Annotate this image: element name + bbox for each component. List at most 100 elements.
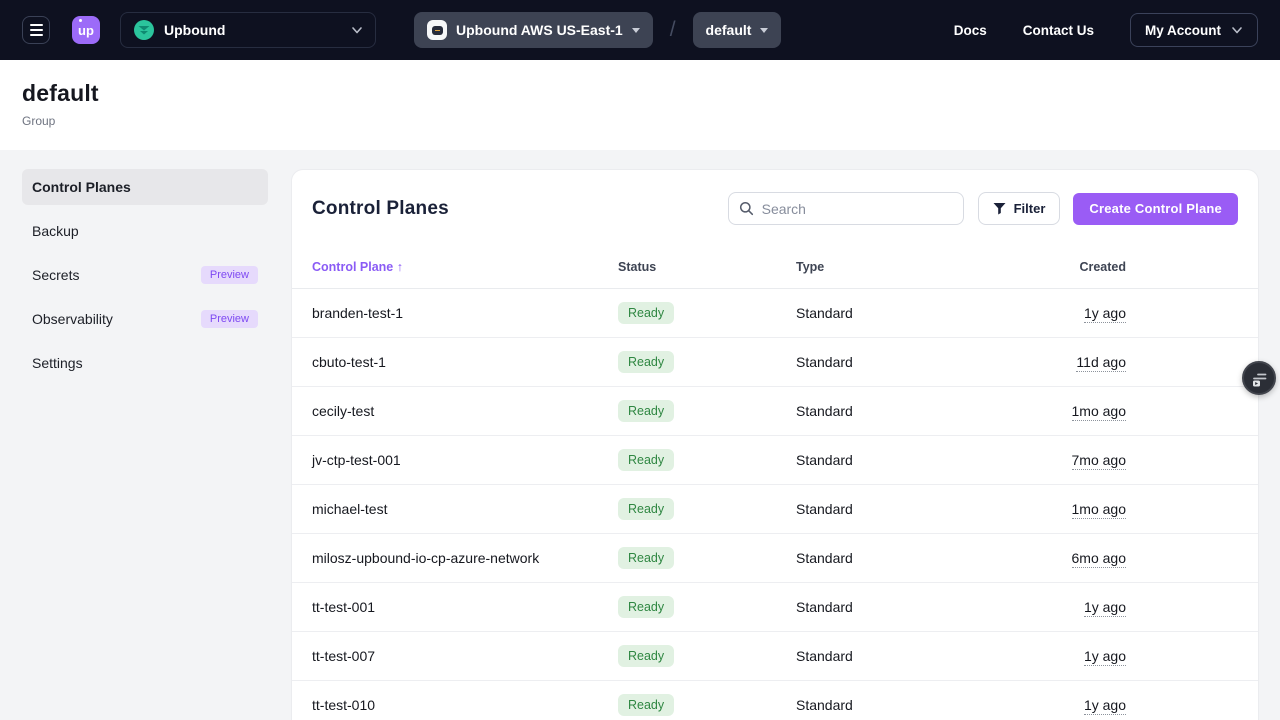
created-timestamp[interactable]: 11d ago [1076, 354, 1126, 372]
changelog-list-icon [1251, 370, 1268, 387]
status-badge: Ready [618, 302, 674, 324]
feedback-widget-button[interactable] [1242, 361, 1276, 395]
created-timestamp[interactable]: 6mo ago [1072, 550, 1126, 568]
space-name: Upbound AWS US-East-1 [456, 22, 623, 38]
caret-down-icon [760, 28, 768, 33]
sidebar-item-label: Observability [32, 311, 113, 327]
created-timestamp[interactable]: 1y ago [1084, 599, 1126, 617]
sidebar-item-settings[interactable]: Settings [22, 345, 268, 381]
preview-badge: Preview [201, 266, 258, 284]
table-row[interactable]: tt-test-001 Ready Standard 1y ago [292, 583, 1258, 632]
table-row[interactable]: tt-test-010 Ready Standard 1y ago [292, 681, 1258, 720]
sidebar-item-label: Secrets [32, 267, 79, 283]
control-plane-name: milosz-upbound-io-cp-azure-network [312, 550, 618, 566]
table-row[interactable]: cecily-test Ready Standard 1mo ago [292, 387, 1258, 436]
column-header-status[interactable]: Status [618, 260, 796, 274]
table-row[interactable]: cbuto-test-1 Ready Standard 11d ago [292, 338, 1258, 387]
search-input[interactable] [762, 201, 953, 217]
sort-ascending-icon: ↑ [397, 260, 403, 274]
panel-header: Control Planes Filter Create Control Pla… [292, 170, 1258, 225]
sidebar-item-backup[interactable]: Backup [22, 213, 268, 249]
hamburger-menu-icon[interactable] [22, 16, 50, 44]
caret-down-icon [632, 28, 640, 33]
control-plane-type: Standard [796, 354, 981, 370]
control-plane-type: Standard [796, 305, 981, 321]
control-plane-type: Standard [796, 550, 981, 566]
created-timestamp[interactable]: 1mo ago [1072, 403, 1126, 421]
group-selector[interactable]: default [693, 12, 782, 48]
search-icon [739, 201, 754, 216]
organization-icon [133, 19, 155, 41]
search-box [728, 192, 964, 225]
table-row[interactable]: jv-ctp-test-001 Ready Standard 7mo ago [292, 436, 1258, 485]
space-selector[interactable]: Upbound AWS US-East-1 [414, 12, 653, 48]
sidebar-item-label: Settings [32, 355, 83, 371]
page-subtitle: Group [22, 114, 1258, 128]
created-timestamp[interactable]: 1mo ago [1072, 501, 1126, 519]
create-control-plane-button[interactable]: Create Control Plane [1073, 193, 1238, 225]
created-timestamp[interactable]: 1y ago [1084, 305, 1126, 323]
panel-title: Control Planes [312, 198, 728, 220]
control-plane-name: tt-test-001 [312, 599, 618, 615]
preview-badge: Preview [201, 310, 258, 328]
control-plane-type: Standard [796, 501, 981, 517]
status-badge: Ready [618, 498, 674, 520]
control-plane-name: cbuto-test-1 [312, 354, 618, 370]
control-plane-name: cecily-test [312, 403, 618, 419]
filter-funnel-icon [993, 202, 1006, 215]
sidebar-item-secrets[interactable]: Secrets Preview [22, 257, 268, 293]
navbar-right: Docs Contact Us My Account [954, 13, 1258, 47]
group-name: default [706, 22, 752, 38]
space-icon [427, 20, 447, 40]
content-area: Control Planes Backup Secrets Preview Ob… [0, 150, 1280, 720]
my-account-button[interactable]: My Account [1130, 13, 1258, 47]
page-header: default Group [0, 60, 1280, 150]
organization-name: Upbound [164, 22, 225, 38]
table-row[interactable]: branden-test-1 Ready Standard 1y ago [292, 289, 1258, 338]
breadcrumb-separator: / [670, 18, 676, 42]
control-plane-name: tt-test-010 [312, 697, 618, 713]
status-badge: Ready [618, 547, 674, 569]
filter-button[interactable]: Filter [978, 192, 1061, 225]
organization-selector[interactable]: Upbound [120, 12, 376, 48]
sidebar-item-observability[interactable]: Observability Preview [22, 301, 268, 337]
status-badge: Ready [618, 694, 674, 716]
status-badge: Ready [618, 596, 674, 618]
control-plane-type: Standard [796, 648, 981, 664]
control-planes-panel: Control Planes Filter Create Control Pla… [291, 169, 1259, 720]
column-header-created[interactable]: Created [981, 260, 1126, 274]
table-row[interactable]: milosz-upbound-io-cp-azure-network Ready… [292, 534, 1258, 583]
column-header-control-plane[interactable]: Control Plane ↑ [312, 260, 618, 274]
status-badge: Ready [618, 449, 674, 471]
logo-text: up [78, 23, 94, 38]
table-header-row: Control Plane ↑ Status Type Created [292, 245, 1258, 289]
my-account-label: My Account [1145, 23, 1221, 38]
table-body: branden-test-1 Ready Standard 1y ago cbu… [292, 289, 1258, 720]
docs-link[interactable]: Docs [954, 23, 987, 38]
control-planes-table: Control Plane ↑ Status Type Created bran… [292, 245, 1258, 720]
table-row[interactable]: michael-test Ready Standard 1mo ago [292, 485, 1258, 534]
control-plane-type: Standard [796, 452, 981, 468]
column-header-type[interactable]: Type [796, 260, 981, 274]
sidebar-item-control-planes[interactable]: Control Planes [22, 169, 268, 205]
sidebar-item-label: Control Planes [32, 179, 131, 195]
chevron-down-icon [1231, 24, 1243, 36]
status-badge: Ready [618, 400, 674, 422]
page-title: default [22, 80, 1258, 107]
control-plane-type: Standard [796, 403, 981, 419]
control-plane-type: Standard [796, 599, 981, 615]
filter-label: Filter [1014, 201, 1046, 216]
control-plane-name: michael-test [312, 501, 618, 517]
contact-us-link[interactable]: Contact Us [1023, 23, 1094, 38]
sidebar: Control Planes Backup Secrets Preview Ob… [0, 169, 291, 720]
control-plane-name: branden-test-1 [312, 305, 618, 321]
top-navbar: up Upbound Upbound AWS US-East-1 / defau… [0, 0, 1280, 60]
chevron-down-icon [351, 24, 363, 36]
status-badge: Ready [618, 645, 674, 667]
table-row[interactable]: tt-test-007 Ready Standard 1y ago [292, 632, 1258, 681]
upbound-logo[interactable]: up [72, 16, 100, 44]
created-timestamp[interactable]: 7mo ago [1072, 452, 1126, 470]
control-plane-name: tt-test-007 [312, 648, 618, 664]
created-timestamp[interactable]: 1y ago [1084, 648, 1126, 666]
created-timestamp[interactable]: 1y ago [1084, 697, 1126, 715]
